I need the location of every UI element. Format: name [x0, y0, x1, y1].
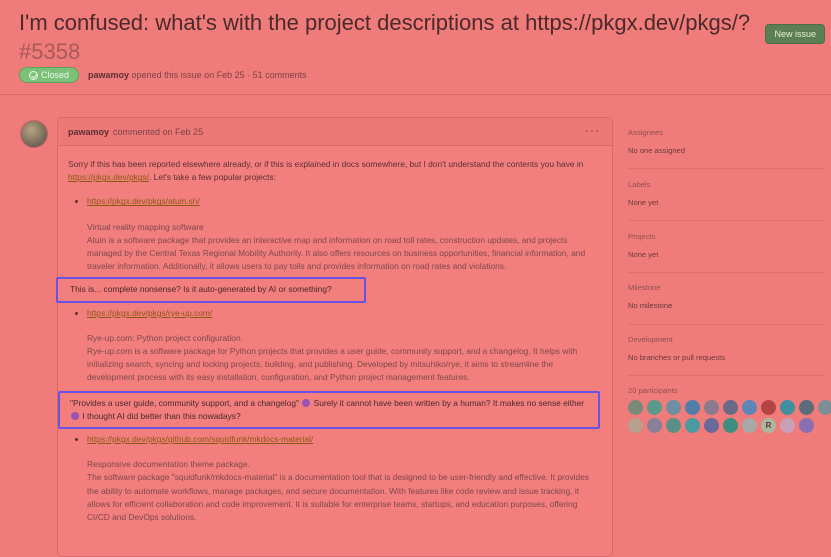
participant-avatar[interactable] [704, 400, 719, 415]
intro-text-b: . Let's take a few popular projects: [149, 172, 276, 183]
highlight2-text-c: I thought AI did better than this nowada… [80, 410, 241, 421]
quote-body: Atuin is a software package that provide… [87, 234, 586, 272]
emoji-icon [71, 411, 79, 420]
participant-avatar[interactable] [780, 400, 795, 415]
list-item: https://pkgx.dev/pkgs/atuin.sh/ [87, 195, 602, 208]
blockquote-rye: Rye-up.com: Python project configuration… [87, 332, 602, 385]
participant-avatar[interactable] [723, 418, 738, 433]
sidebar-label: Labels [628, 180, 651, 189]
issue-title-text: I'm confused: what's with the project de… [19, 10, 751, 35]
pkgs-link[interactable]: https://pkgx.dev/pkgs/ [68, 172, 149, 182]
quote-body: Rye-up.com is a software package for Pyt… [87, 346, 578, 383]
issue-meta-text: pawamoy opened this issue on Feb 25 · 51… [88, 70, 307, 80]
sidebar-assignees[interactable]: Assignees No one assigned [628, 128, 824, 155]
participant-avatar[interactable] [818, 400, 831, 415]
participant-avatar[interactable] [799, 400, 814, 415]
issue-title: I'm confused: what's with the project de… [19, 8, 779, 66]
comment-header: pawamoy commented on Feb 25 ··· [58, 118, 612, 146]
quote-title: Rye-up.com: Python project configuration… [87, 332, 243, 343]
highlight2-text-a: "Provides a user guide, community suppor… [70, 397, 299, 408]
sidebar-label: Development [628, 335, 673, 344]
highlight2-text-b: Surely it cannot have been written by a … [311, 397, 585, 408]
list-item: https://pkgx.dev/pkgs/rye-up.com/ [87, 307, 602, 320]
sidebar-label: Milestone [628, 283, 661, 292]
participant-avatar[interactable] [704, 418, 719, 433]
participant-avatar[interactable] [666, 400, 681, 415]
issue-author-link[interactable]: pawamoy [88, 70, 129, 80]
comment-intro: Sorry if this has been reported elsewher… [68, 158, 602, 184]
project-link-rye[interactable]: https://pkgx.dev/pkgs/rye-up.com/ [87, 308, 212, 318]
issue-number: #5358 [19, 39, 81, 64]
participant-avatar[interactable] [647, 418, 662, 433]
blockquote-atuin: Virtual reality mapping software Atuin i… [87, 221, 602, 274]
avatar[interactable] [20, 120, 48, 148]
status-badge: Closed [19, 67, 80, 83]
sidebar-divider [628, 272, 824, 273]
participant-avatar[interactable] [685, 400, 700, 415]
sidebar-value: None yet [628, 198, 659, 207]
quote-title: Virtual reality mapping software [87, 221, 204, 232]
participant-avatar[interactable] [685, 418, 700, 433]
quote-title: Responsive documentation theme package. [87, 459, 250, 470]
check-circle-icon [29, 70, 38, 80]
sidebar-development[interactable]: Development No branches or pull requests [628, 335, 824, 362]
sidebar-value: None yet [628, 250, 659, 259]
sidebar-divider [628, 220, 824, 221]
participant-avatar[interactable] [742, 400, 757, 415]
participant-avatar[interactable] [666, 418, 681, 433]
comment-box: pawamoy commented on Feb 25 ··· Sorry if… [56, 117, 613, 557]
emoji-icon [302, 398, 311, 407]
issue-meta: Closed pawamoy opened this issue on Feb … [19, 65, 307, 85]
list-item: https://pkgx.dev/pkgs/github.com/squidfu… [87, 433, 602, 446]
project-link-atuin[interactable]: https://pkgx.dev/pkgs/atuin.sh/ [87, 196, 200, 206]
sidebar-labels[interactable]: Labels None yet [628, 180, 824, 207]
sidebar-divider [628, 375, 824, 376]
kebab-menu-icon[interactable]: ··· [585, 123, 600, 137]
issue-meta-detail: opened this issue on Feb 25 · 51 comment… [131, 70, 307, 80]
participant-avatar[interactable] [780, 418, 795, 433]
status-text: Closed [41, 70, 70, 80]
sidebar-divider [628, 324, 824, 325]
sidebar-value: No branches or pull requests [628, 353, 726, 362]
participant-avatar[interactable] [761, 400, 776, 415]
participant-avatar[interactable] [628, 418, 643, 433]
highlight-box-2: "Provides a user guide, community suppor… [58, 390, 600, 430]
highlight-box-1: This is... complete nonsense? Is it auto… [56, 277, 366, 303]
blockquote-mkdocs: Responsive documentation theme package. … [87, 458, 602, 524]
sidebar-participants: 20 participants R [628, 386, 831, 433]
comment-body: Sorry if this has been reported elsewher… [56, 146, 612, 524]
project-list-2: https://pkgx.dev/pkgs/rye-up.com/ [68, 307, 602, 320]
sidebar-label: 20 participants [628, 386, 678, 395]
sidebar-milestone[interactable]: Milestone No milestone [628, 283, 824, 310]
participant-avatar[interactable]: R [761, 418, 776, 433]
sidebar-divider [628, 168, 824, 169]
new-issue-button[interactable]: New issue [765, 24, 825, 44]
comment-date: commented on Feb 25 [113, 126, 204, 137]
sidebar-value: No one assigned [628, 146, 685, 155]
quote-body: The software package "squidfunk/mkdocs-m… [87, 472, 590, 523]
comment-author-link[interactable]: pawamoy [68, 127, 109, 137]
project-list-1: https://pkgx.dev/pkgs/atuin.sh/ [68, 195, 602, 208]
issue-header: I'm confused: what's with the project de… [19, 8, 779, 66]
participant-avatar[interactable] [799, 418, 814, 433]
header-divider [0, 94, 831, 95]
sidebar-label: Assignees [628, 128, 664, 137]
participant-avatar[interactable] [723, 400, 738, 415]
project-link-mkdocs-material[interactable]: https://pkgx.dev/pkgs/github.com/squidfu… [87, 434, 313, 444]
participant-avatar[interactable] [742, 418, 757, 433]
sidebar-projects[interactable]: Projects None yet [628, 232, 824, 259]
participant-avatar[interactable] [647, 400, 662, 415]
intro-text-a: Sorry if this has been reported elsewher… [68, 159, 584, 169]
project-list-3: https://pkgx.dev/pkgs/github.com/squidfu… [68, 433, 602, 446]
sidebar-label: Projects [628, 232, 656, 241]
participant-avatar[interactable] [628, 400, 643, 415]
sidebar-value: No milestone [628, 301, 673, 310]
participants-avatars: R [628, 400, 831, 433]
